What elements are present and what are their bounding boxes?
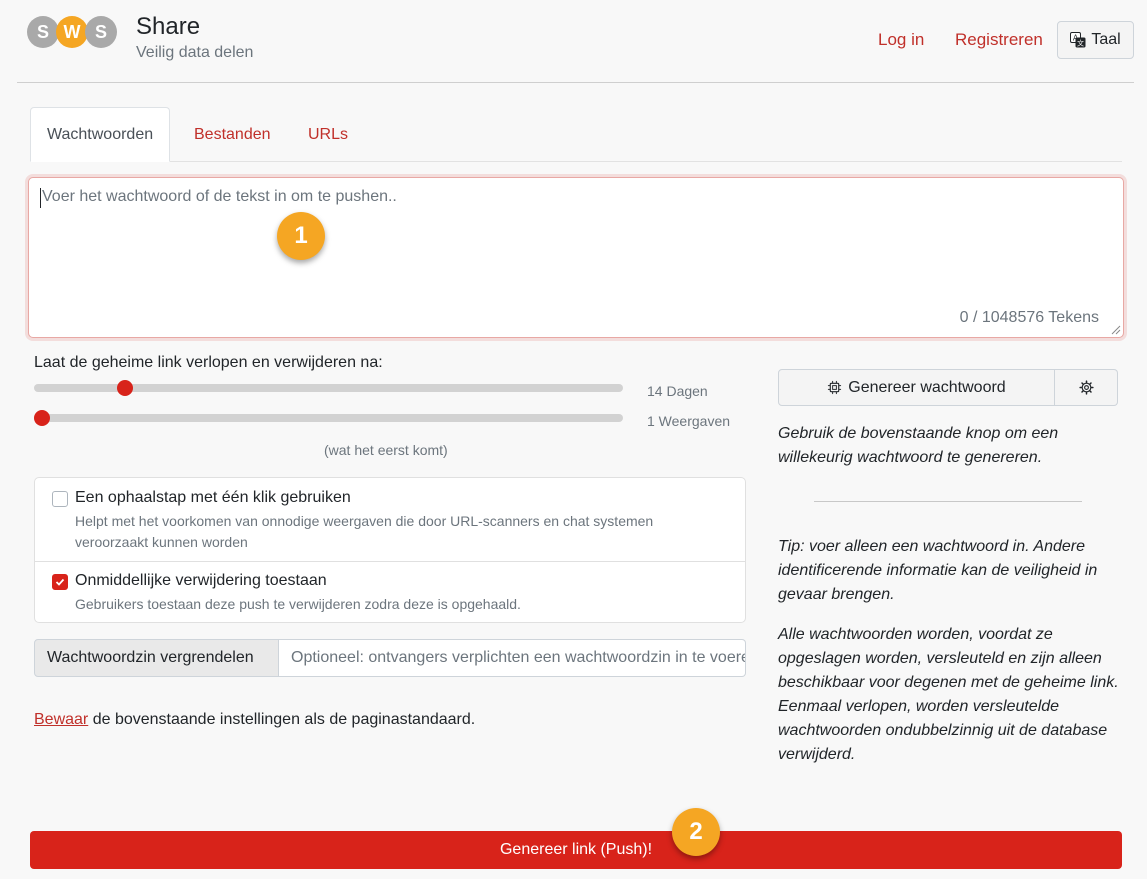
resize-handle-icon[interactable] [1111, 325, 1121, 335]
retrieval-step-checkbox[interactable] [52, 491, 68, 507]
checkmark-icon [55, 578, 65, 586]
gear-icon [1078, 380, 1094, 395]
passphrase-label: Wachtwoordzin vergrendelen [34, 639, 279, 677]
login-link[interactable]: Log in [878, 30, 924, 50]
retrieval-step-help: Helpt met het voorkomen van onnodige wee… [75, 513, 654, 550]
generate-password-button[interactable]: Genereer wachtwoord [778, 369, 1055, 406]
generator-settings-button[interactable] [1055, 369, 1118, 406]
payload-textarea[interactable]: Voer het wachtwoord of de tekst in om te… [28, 177, 1124, 338]
views-slider-thumb[interactable] [34, 410, 50, 426]
generator-hint: Gebruik de bovenstaande knop om een will… [778, 425, 1059, 466]
sws-logo-icon: S W S [27, 16, 117, 48]
language-label: Taal [1091, 31, 1121, 48]
push-submit-button[interactable]: Genereer link (Push)! [30, 831, 1122, 869]
days-value: 14 Dagen [647, 383, 708, 399]
allow-deletion-title: Onmiddellijke verwijdering toestaan [75, 572, 327, 589]
tab-passwords[interactable]: Wachtwoorden [30, 107, 171, 162]
tab-bar-border [30, 161, 1122, 162]
passphrase-input[interactable]: Optioneel: ontvangers verplichten een wa… [279, 639, 746, 677]
save-defaults-text: de bovenstaande instellingen als de pagi… [88, 711, 476, 728]
options-divider [35, 561, 745, 562]
character-counter: 0 / 1048576 Tekens [959, 309, 1099, 326]
allow-deletion-checkbox[interactable] [52, 574, 68, 590]
register-link[interactable]: Registreren [955, 30, 1043, 50]
brand-subtitle: Veilig data delen [136, 44, 254, 61]
language-button[interactable]: A 文 Taal [1057, 21, 1134, 59]
svg-text:S: S [37, 22, 49, 42]
header-divider [17, 82, 1134, 83]
step-badge-1: 1 [277, 212, 325, 260]
payload-placeholder: Voer het wachtwoord of de tekst in om te… [42, 188, 397, 205]
svg-text:W: W [64, 22, 81, 42]
tab-files[interactable]: Bestanden [178, 107, 287, 162]
right-divider [814, 501, 1082, 502]
retrieval-step-title: Een ophaalstap met één klik gebruiken [75, 489, 351, 506]
translate-icon: A 文 [1070, 32, 1086, 48]
views-slider[interactable] [34, 410, 623, 426]
tab-urls[interactable]: URLs [292, 107, 364, 162]
tab-bar: Wachtwoorden Bestanden URLs [30, 107, 1122, 162]
logo[interactable]: S W S [26, 14, 118, 50]
tip-text: Tip: voer alleen een wachtwoord in. Ande… [778, 538, 1098, 603]
whichever-first-note: (wat het eerst komt) [324, 442, 448, 458]
text-caret [40, 188, 41, 208]
expiry-label: Laat de geheime link verlopen en verwijd… [34, 354, 383, 371]
brand-title: Share [136, 13, 201, 40]
days-slider[interactable] [34, 380, 623, 396]
options-list: Een ophaalstap met één klik gebruiken He… [34, 477, 746, 623]
encryption-note: Alle wachtwoorden worden, voordat ze opg… [778, 626, 1119, 763]
step-badge-2: 2 [672, 808, 720, 856]
cpu-icon [828, 380, 842, 395]
save-defaults-link[interactable]: Bewaar [34, 711, 88, 728]
header: S W S Share Veilig data delen Log in Reg… [0, 0, 1147, 84]
svg-text:文: 文 [1077, 39, 1084, 48]
passphrase-group: Wachtwoordzin vergrendelen Optioneel: on… [34, 639, 746, 677]
save-defaults-line: Bewaar de bovenstaande instellingen als … [34, 711, 475, 729]
svg-text:S: S [95, 22, 107, 42]
days-slider-thumb[interactable] [117, 380, 134, 396]
allow-deletion-help: Gebruikers toestaan deze push te verwijd… [75, 596, 521, 612]
views-value: 1 Weergaven [647, 413, 731, 429]
generate-password-label: Genereer wachtwoord [848, 378, 1006, 396]
password-generator-group: Genereer wachtwoord [778, 369, 1118, 406]
